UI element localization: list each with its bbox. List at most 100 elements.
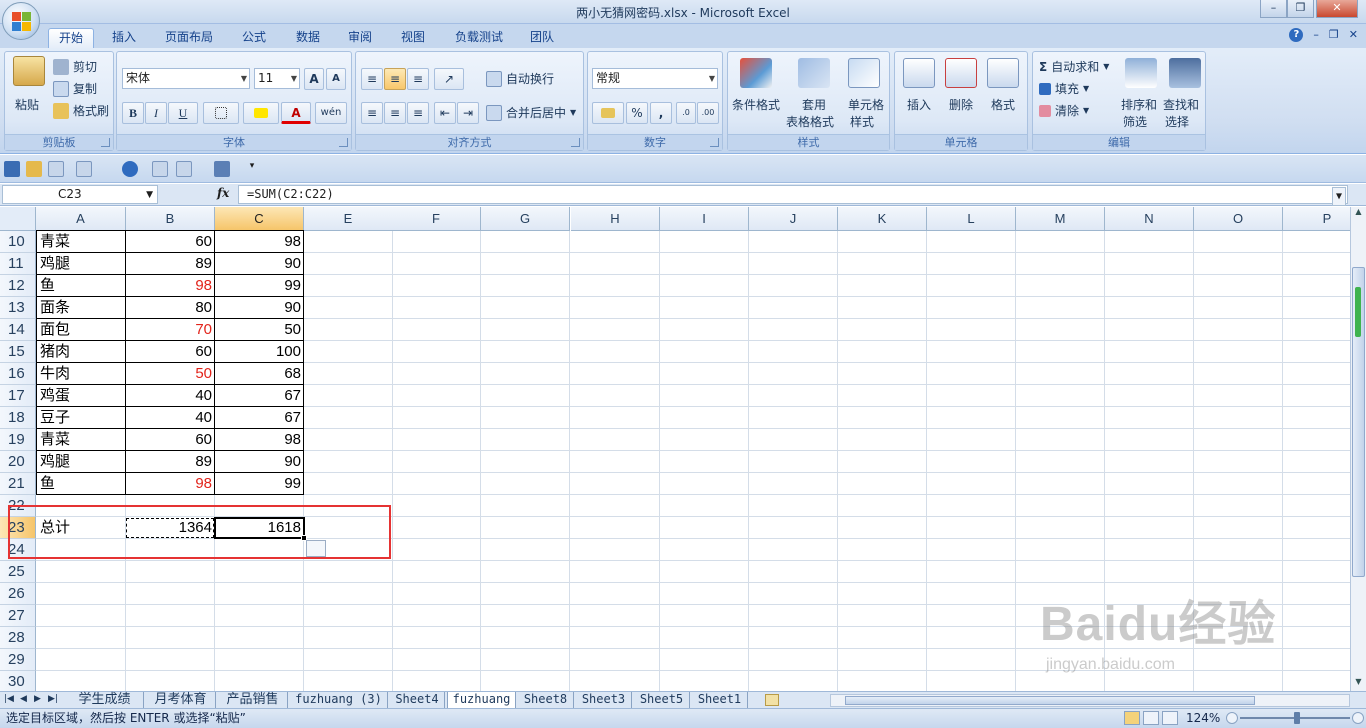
cell-c27[interactable] <box>215 605 304 627</box>
sheet-tab[interactable]: 产品销售 <box>218 692 288 708</box>
last-sheet-icon[interactable]: ▶| <box>48 694 58 704</box>
copy-button[interactable]: 复制 <box>53 80 97 97</box>
decrease-indent-button[interactable]: ⇤ <box>434 102 456 124</box>
find-select-line2[interactable]: 选择 <box>1165 113 1189 130</box>
format-table-button-line1[interactable]: 套用 <box>802 96 826 113</box>
delete-cells-button[interactable]: 删除 <box>949 96 973 113</box>
text-direction-icon[interactable] <box>214 161 230 177</box>
ribbon-minimize-icon[interactable]: – <box>1313 28 1319 42</box>
cell-c13[interactable]: 90 <box>215 297 304 319</box>
formula-input[interactable]: =SUM(C2:C22) ▼ <box>238 185 1348 206</box>
row-header-18[interactable]: 18 <box>0 407 36 429</box>
cell-a20[interactable]: 鸡腿 <box>40 451 124 473</box>
format-table-icon[interactable] <box>798 58 830 88</box>
column-header-m[interactable]: M <box>1016 207 1105 231</box>
cell-a13[interactable]: 面条 <box>40 297 124 319</box>
cell-a27[interactable] <box>40 605 124 627</box>
cell-b27[interactable] <box>126 605 215 627</box>
cell-c12[interactable]: 99 <box>215 275 304 297</box>
align-middle-button[interactable]: ≡ <box>384 68 406 90</box>
print-icon[interactable] <box>76 161 92 177</box>
row-header-26[interactable]: 26 <box>0 583 36 605</box>
sheet-tab[interactable]: 学生成绩 <box>66 692 144 708</box>
cell-b26[interactable] <box>126 583 215 605</box>
sheet-tab[interactable]: Sheet5 <box>634 692 690 708</box>
cell-c17[interactable]: 67 <box>215 385 304 407</box>
format-painter-button[interactable]: 格式刷 <box>53 102 109 119</box>
sort-filter-line2[interactable]: 筛选 <box>1123 113 1147 130</box>
decrease-decimal-button[interactable]: .00 <box>697 102 719 124</box>
clipboard-launcher-icon[interactable] <box>101 138 110 147</box>
find-select-line1[interactable]: 查找和 <box>1163 96 1199 113</box>
comma-button[interactable]: , <box>650 102 672 124</box>
insert-cells-button[interactable]: 插入 <box>907 96 931 113</box>
close-button[interactable]: ✕ <box>1316 0 1358 18</box>
prev-sheet-icon[interactable]: ◀ <box>20 694 27 704</box>
ribbon-restore-icon[interactable]: ❐ <box>1329 28 1339 42</box>
tab-review[interactable]: 审阅 <box>338 28 382 48</box>
cell-a15[interactable]: 猪肉 <box>40 341 124 363</box>
cell-styles-button-line2[interactable]: 样式 <box>850 113 874 130</box>
horizontal-scrollbar[interactable] <box>830 694 1350 707</box>
bold-button[interactable]: B <box>122 102 144 124</box>
increase-decimal-button[interactable]: .0 <box>676 102 696 124</box>
row-header-16[interactable]: 16 <box>0 363 36 385</box>
column-header-f[interactable]: F <box>392 207 481 231</box>
cell-b20[interactable]: 89 <box>126 451 215 473</box>
cell-a29[interactable] <box>40 649 124 671</box>
percent-button[interactable]: % <box>626 102 648 124</box>
align-top-button[interactable]: ≡ <box>361 68 383 90</box>
column-header-o[interactable]: O <box>1194 207 1283 231</box>
row-header-28[interactable]: 28 <box>0 627 36 649</box>
cell-c29[interactable] <box>215 649 304 671</box>
tab-load-test[interactable]: 负载测试 <box>446 28 512 48</box>
row-header-20[interactable]: 20 <box>0 451 36 473</box>
row-header-29[interactable]: 29 <box>0 649 36 671</box>
align-left-button[interactable]: ≡ <box>361 102 383 124</box>
column-header-i[interactable]: I <box>660 207 749 231</box>
form-icon[interactable] <box>152 161 168 177</box>
cell-c20[interactable]: 90 <box>215 451 304 473</box>
cell-c28[interactable] <box>215 627 304 649</box>
underline-button[interactable]: U <box>168 102 198 124</box>
paste-icon[interactable] <box>13 56 45 86</box>
conditional-format-icon[interactable] <box>740 58 772 88</box>
edit-icon[interactable] <box>176 161 192 177</box>
column-header-k[interactable]: K <box>838 207 927 231</box>
row-header-15[interactable]: 15 <box>0 341 36 363</box>
scroll-up-icon[interactable]: ▲ <box>1352 207 1365 221</box>
minimize-button[interactable]: – <box>1260 0 1287 18</box>
number-format-select[interactable]: 常规 ▼ <box>592 68 718 89</box>
italic-button[interactable]: I <box>145 102 167 124</box>
cell-a14[interactable]: 面包 <box>40 319 124 341</box>
wrap-text-button[interactable]: 自动换行 <box>486 70 554 87</box>
fill-button[interactable]: 填充 ▼ <box>1039 80 1089 97</box>
undo-icon[interactable] <box>122 161 138 177</box>
page-layout-view-icon[interactable] <box>1143 711 1159 725</box>
row-header-17[interactable]: 17 <box>0 385 36 407</box>
open-icon[interactable] <box>26 161 42 177</box>
sheet-tab[interactable]: Sheet3 <box>576 692 632 708</box>
align-bottom-button[interactable]: ≡ <box>407 68 429 90</box>
save-icon[interactable] <box>4 161 20 177</box>
normal-view-icon[interactable] <box>1124 711 1140 725</box>
column-header-c[interactable]: C <box>215 207 304 231</box>
row-header-14[interactable]: 14 <box>0 319 36 341</box>
tab-insert[interactable]: 插入 <box>102 28 146 48</box>
row-header-25[interactable]: 25 <box>0 561 36 583</box>
cell-b19[interactable]: 60 <box>126 429 215 451</box>
increase-indent-button[interactable]: ⇥ <box>457 102 479 124</box>
conditional-format-button[interactable]: 条件格式 <box>732 96 780 113</box>
cell-b13[interactable]: 80 <box>126 297 215 319</box>
phonetic-button[interactable]: wén <box>315 102 347 124</box>
row-header-30[interactable]: 30 <box>0 671 36 691</box>
row-header-19[interactable]: 19 <box>0 429 36 451</box>
expand-formula-icon[interactable]: ▼ <box>1332 187 1346 206</box>
cell-c15[interactable]: 100 <box>215 341 304 363</box>
insert-sheet-icon[interactable] <box>765 694 779 706</box>
cell-c19[interactable]: 98 <box>215 429 304 451</box>
tab-page-layout[interactable]: 页面布局 <box>156 28 222 48</box>
select-all-corner[interactable] <box>0 207 36 231</box>
align-center-button[interactable]: ≡ <box>384 102 406 124</box>
first-sheet-icon[interactable]: |◀ <box>4 694 14 704</box>
